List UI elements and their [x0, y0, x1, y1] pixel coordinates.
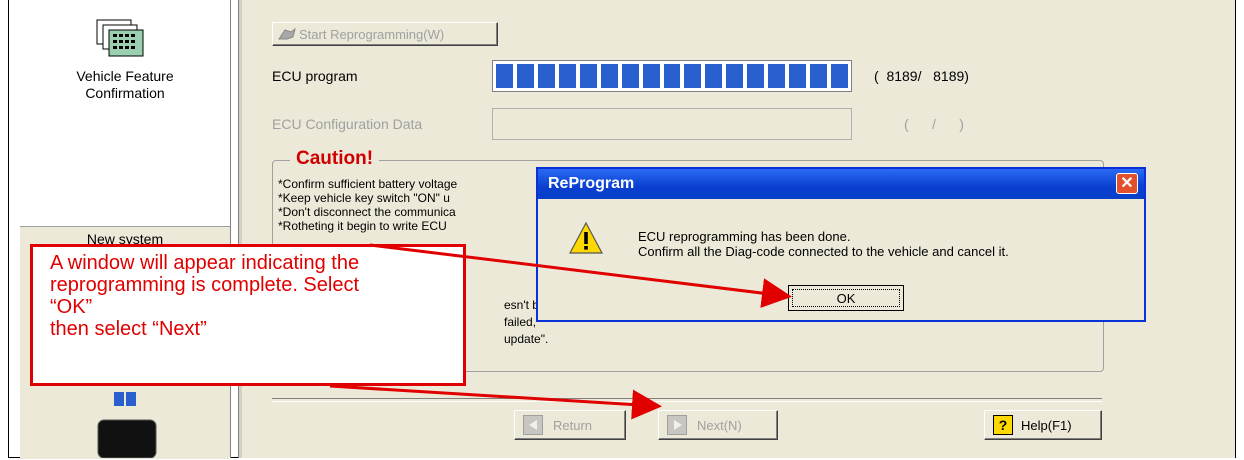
caution-text: *Confirm sufficient battery voltage *Kee… [278, 177, 540, 233]
progress-block [789, 64, 807, 88]
annotation-text: A window will appear indicating the repr… [50, 252, 360, 340]
ecu-program-count: ( 8189/ 8189) [874, 68, 969, 84]
progress-block [663, 64, 681, 88]
ecu-device-icon [97, 392, 157, 458]
sidebar-item-label: Vehicle Feature Confirmation [76, 68, 174, 101]
ecu-program-label: ECU program [272, 68, 358, 84]
next-label: Next(N) [697, 417, 742, 433]
ecu-config-progress-bar [492, 108, 852, 140]
close-icon[interactable]: ✕ [1116, 173, 1138, 194]
ecu-program-progress-bar [492, 60, 852, 92]
progress-block [768, 64, 786, 88]
progress-block [747, 64, 765, 88]
arrow-right-icon [667, 415, 687, 435]
progress-block [537, 64, 555, 88]
ecu-config-label: ECU Configuration Data [272, 116, 423, 132]
progress-block [579, 64, 597, 88]
progress-block [810, 64, 827, 88]
progress-block [496, 64, 513, 88]
caution-line: *Rotheting it begin to write ECU [278, 219, 447, 233]
dialog-title-bar[interactable]: ReProgram ✕ [538, 169, 1144, 199]
ok-button[interactable]: OK [788, 285, 904, 311]
sidebar: Vehicle Feature Confirmation New system [20, 0, 231, 459]
progress-block [558, 64, 576, 88]
sidebar-item-vehicle-feature[interactable]: Vehicle Feature Confirmation [20, 0, 230, 226]
caution-line: *Confirm sufficient battery voltage [278, 177, 458, 191]
caution-line: update". [504, 332, 549, 346]
button-separator [272, 398, 1102, 402]
progress-block [642, 64, 660, 88]
dialog-message: ECU reprogramming has been done. Confirm… [638, 229, 1009, 259]
ok-label: OK [792, 289, 900, 307]
reprogram-dialog: ReProgram ✕ ECU reprogramming has been d… [536, 167, 1146, 322]
progress-block [705, 64, 723, 88]
help-label: Help(F1) [1021, 417, 1072, 433]
document-stack-icon [96, 19, 144, 57]
start-reprogramming-button[interactable]: Start Reprogramming(W) [272, 22, 498, 46]
progress-block [684, 64, 702, 88]
start-reprogramming-label: Start Reprogramming(W) [299, 26, 445, 42]
caution-title: Caution! [290, 148, 380, 170]
next-button[interactable]: Next(N) [658, 410, 778, 440]
help-icon: ? [993, 415, 1013, 435]
arrow-left-icon [523, 415, 543, 435]
return-button[interactable]: Return [514, 410, 626, 440]
caution-line: *Keep vehicle key switch "ON" u [278, 191, 450, 205]
gear-icon [278, 27, 296, 40]
dialog-title: ReProgram [548, 175, 635, 192]
progress-fill [496, 64, 848, 88]
progress-block [600, 64, 618, 88]
warning-icon [569, 221, 603, 254]
return-label: Return [553, 417, 593, 433]
progress-block [621, 64, 639, 88]
progress-block [831, 64, 848, 88]
caution-line: *Don't disconnect the communica [278, 205, 456, 219]
progress-block [516, 64, 534, 88]
ecu-config-count: ( / ) [904, 116, 964, 132]
help-button[interactable]: ? Help(F1) [984, 410, 1102, 440]
progress-block [726, 64, 744, 88]
